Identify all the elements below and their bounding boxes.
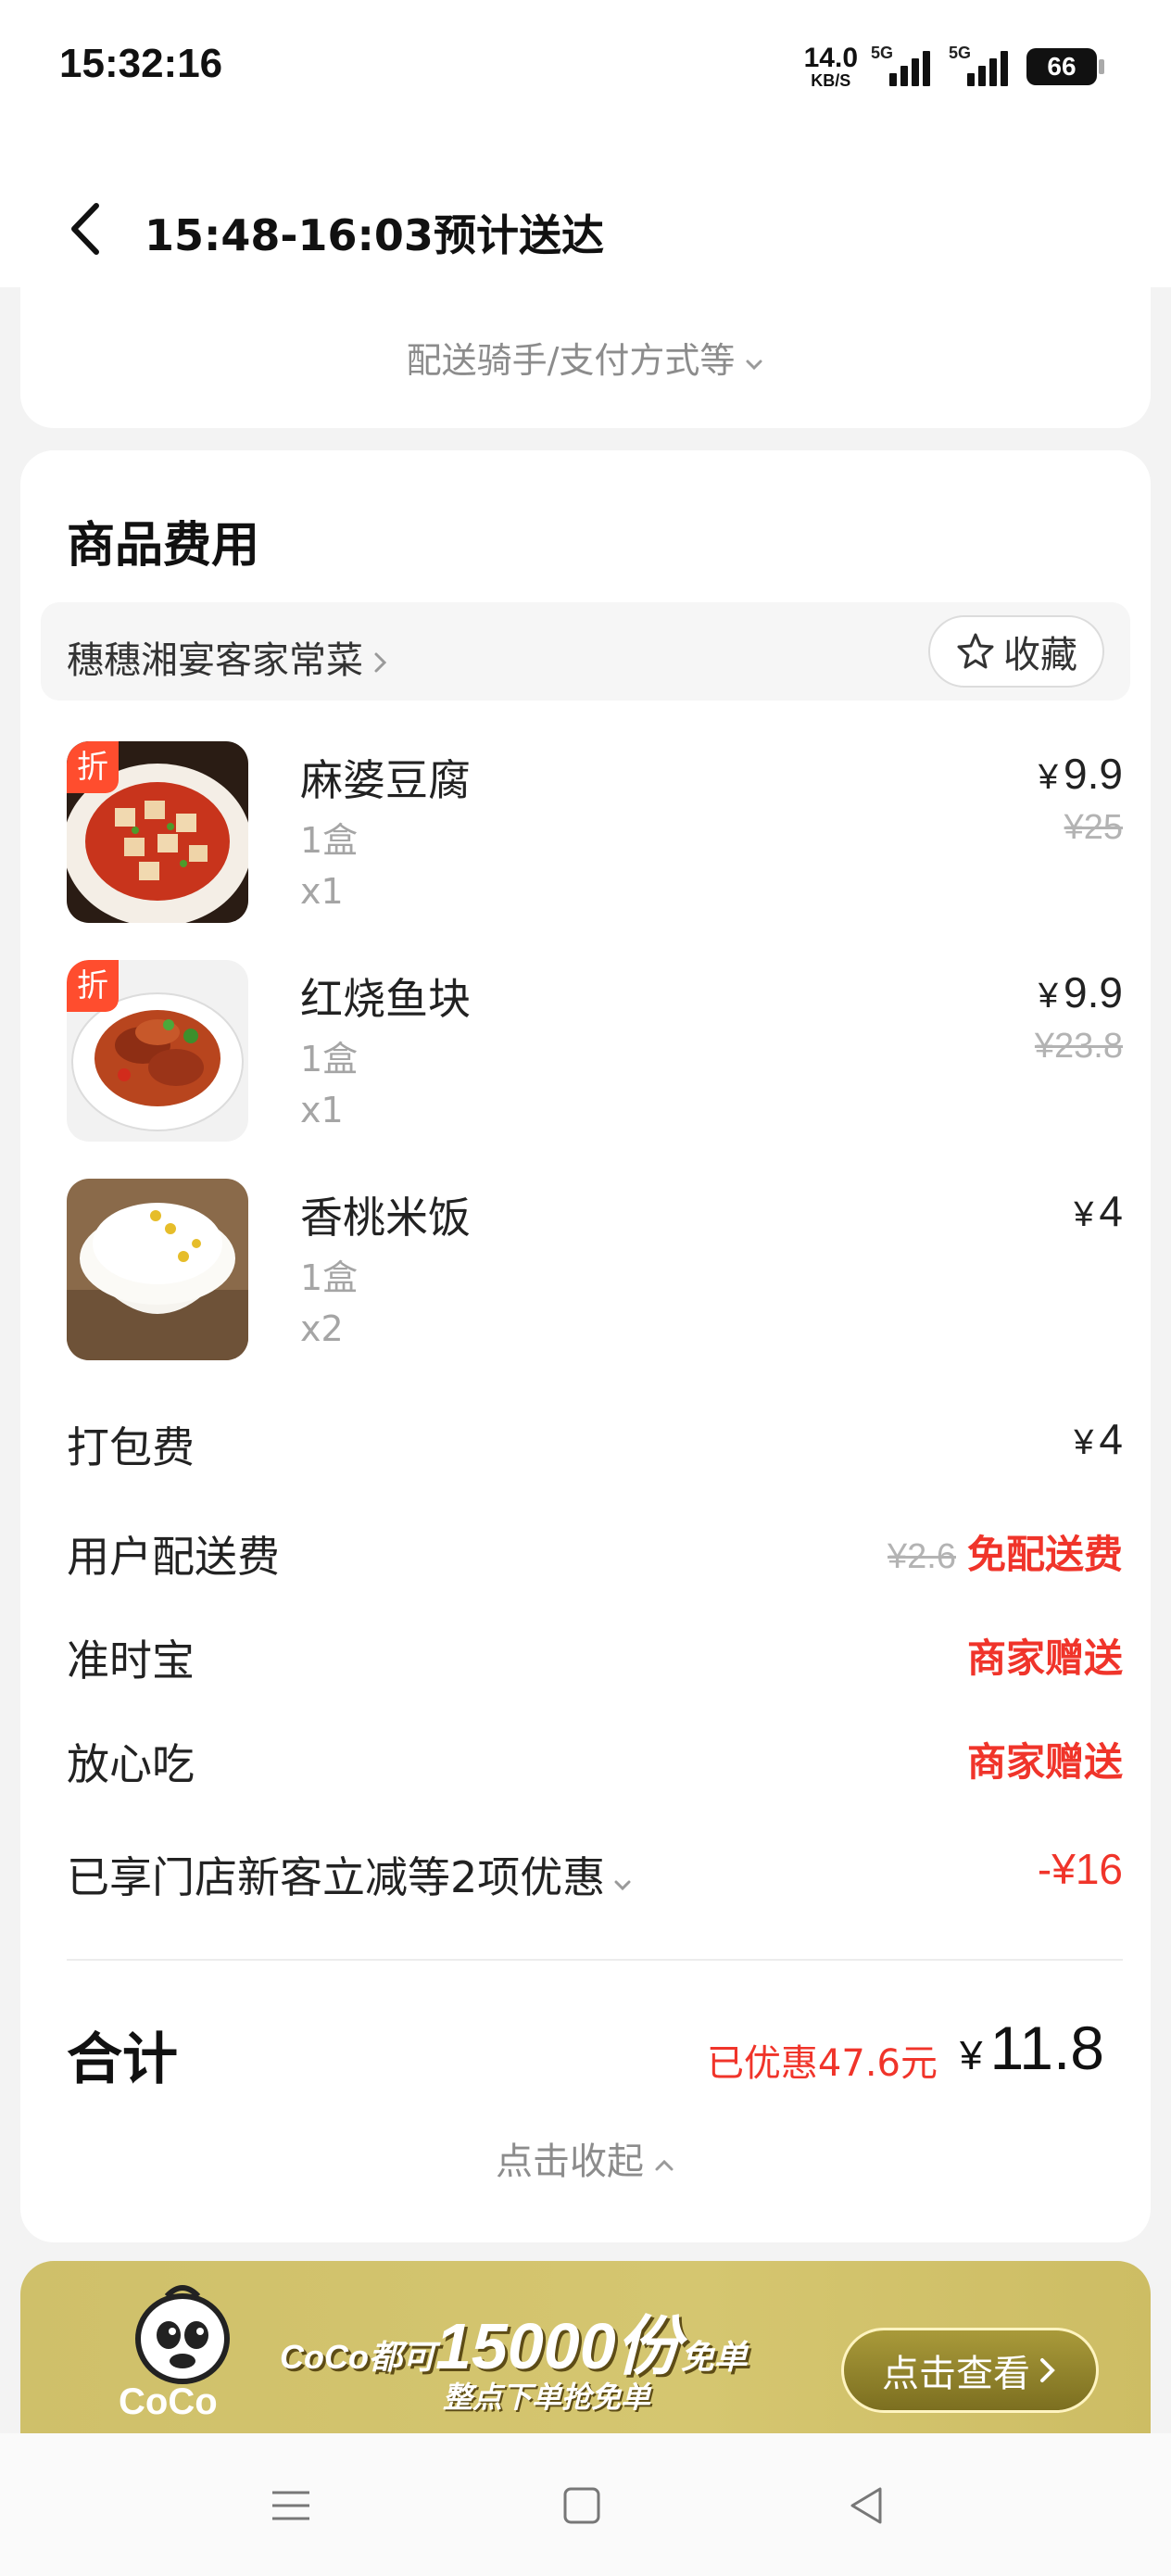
item-price-value: 4 <box>1099 1187 1123 1235</box>
section-title: 商品费用 <box>67 518 260 574</box>
safe-eat-label: 放心吃 <box>67 1739 195 1789</box>
item-spec: 1盒 <box>300 1039 359 1080</box>
free-delivery-label: 免配送费 <box>966 1533 1123 1576</box>
promo-text: 已享门店新客立减等2项优惠 <box>67 1852 606 1902</box>
item-price: ¥9.9 <box>1039 967 1123 1017</box>
delivery-fee-row: 用户配送费 ¥2.6 免配送费 <box>67 1520 1123 1582</box>
delivery-details-toggle[interactable]: 配送骑手/支付方式等 <box>20 332 1151 384</box>
item-image-braised-fish: 折 <box>67 960 248 1142</box>
packing-fee-label: 打包费 <box>67 1422 195 1472</box>
currency-symbol: ¥ <box>1038 977 1059 1016</box>
total-value: ¥11.8 <box>960 2013 1104 2083</box>
item-name: 香桃米饭 <box>300 1193 471 1243</box>
network-speed: 14.0 KB/S <box>803 43 858 90</box>
chevron-right-icon <box>371 641 389 684</box>
collapse-toggle[interactable]: 点击收起 <box>20 2131 1151 2185</box>
ontime-guarantee-label: 准时宝 <box>67 1635 195 1686</box>
total-label: 合计 <box>67 2027 178 2092</box>
ontime-guarantee-row: 准时宝 商家赠送 <box>67 1623 1123 1686</box>
banner-title-number: 15000份 <box>434 2310 681 2382</box>
coco-brand: CoCo <box>119 2381 218 2422</box>
chevron-up-icon <box>653 2142 675 2185</box>
item-name: 红烧鱼块 <box>300 974 471 1024</box>
item-original-price: ¥23.8 <box>1034 1027 1123 1066</box>
delivery-info-card: 配送骑手/支付方式等 <box>20 278 1151 428</box>
promo-row[interactable]: 已享门店新客立减等2项优惠 -¥16 <box>67 1840 1123 1902</box>
promo-banner[interactable]: CoCo CoCo都可15000份免单 整点下单抢免单 点击查看 <box>20 2261 1151 2435</box>
favorite-button[interactable]: 收藏 <box>928 615 1104 688</box>
item-price-value: 9.9 <box>1064 968 1123 1017</box>
nav-home-button[interactable] <box>554 2478 610 2533</box>
packing-fee-amount: 4 <box>1099 1415 1123 1463</box>
item-spec: 1盒 <box>300 820 359 861</box>
order-item[interactable]: 折 麻婆豆腐 1盒 x1 ¥9.9 ¥25 <box>67 741 1123 927</box>
shop-bar: 穗穗湘宴客家常菜 收藏 <box>41 602 1130 701</box>
item-quantity: x2 <box>300 1308 344 1349</box>
currency-symbol: ¥ <box>1038 758 1059 797</box>
currency-symbol: ¥ <box>1074 1195 1094 1234</box>
delivery-fee-label: 用户配送费 <box>67 1532 280 1582</box>
total-discount: 已优惠47.6元 <box>706 2042 938 2085</box>
currency-symbol: ¥ <box>1074 1423 1094 1462</box>
promo-label: 已享门店新客立减等2项优惠 <box>67 1844 633 1906</box>
item-price-value: 9.9 <box>1064 750 1123 798</box>
total-amount: 11.8 <box>989 2014 1104 2082</box>
favorite-label: 收藏 <box>1003 634 1077 676</box>
safe-eat-value: 商家赠送 <box>966 1740 1123 1784</box>
item-name: 麻婆豆腐 <box>300 755 471 805</box>
status-bar: 15:32:16 14.0 KB/S 5G 5G 66 <box>0 0 1171 139</box>
page-title: 15:48-16:03预计送达 <box>145 210 604 260</box>
triangle-back-icon <box>850 2487 882 2524</box>
chevron-down-icon <box>744 343 764 384</box>
divider <box>67 1959 1123 1961</box>
banner-subtitle: 整点下单抢免单 <box>443 2380 651 2415</box>
item-quantity: x1 <box>300 1090 344 1130</box>
item-spec: 1盒 <box>300 1257 359 1298</box>
item-image-mapo-tofu: 折 <box>67 741 248 923</box>
system-nav-bar <box>0 2433 1171 2576</box>
status-time: 15:32:16 <box>59 41 223 86</box>
nav-menu-button[interactable] <box>263 2478 319 2533</box>
promo-value: -¥16 <box>1037 1845 1123 1893</box>
order-item[interactable]: 香桃米饭 1盒 x2 ¥4 <box>67 1179 1123 1364</box>
chevron-right-icon <box>1040 2358 1055 2382</box>
safe-eat-row: 放心吃 商家赠送 <box>67 1727 1123 1789</box>
shop-link[interactable]: 穗穗湘宴客家常菜 <box>67 630 389 684</box>
item-price: ¥9.9 <box>1039 749 1123 799</box>
star-outline-icon <box>957 633 994 669</box>
goods-fee-card: 商品费用 穗穗湘宴客家常菜 收藏 折 麻婆豆腐 1盒 x1 ¥ 9.9 ¥25 … <box>20 450 1151 2242</box>
home-square-icon <box>563 2487 600 2524</box>
item-price: ¥4 <box>1074 1186 1123 1236</box>
menu-icon <box>272 2491 309 2520</box>
back-button[interactable] <box>59 196 115 261</box>
banner-view-button[interactable]: 点击查看 <box>841 2328 1099 2413</box>
delivery-fee-value: ¥2.6 免配送费 <box>888 1523 1123 1580</box>
signal-icon: 5G <box>871 44 936 90</box>
shop-name: 穗穗湘宴客家常菜 <box>67 639 363 682</box>
delivery-fee-original: ¥2.6 <box>888 1537 956 1576</box>
ontime-guarantee-value: 商家赠送 <box>966 1636 1123 1680</box>
discount-tag: 折 <box>67 960 119 1012</box>
network-speed-value: 14.0 <box>803 43 858 73</box>
nav-back-button[interactable] <box>839 2478 895 2533</box>
item-original-price: ¥25 <box>1064 808 1123 847</box>
packing-fee-row: 打包费 ¥4 <box>67 1410 1123 1472</box>
delivery-details-label: 配送骑手/支付方式等 <box>406 340 736 381</box>
discount-tag: 折 <box>67 741 119 793</box>
back-arrow-icon <box>71 203 99 255</box>
collapse-label: 点击收起 <box>496 2140 644 2183</box>
item-image-rice <box>67 1179 248 1360</box>
packing-fee-value: ¥4 <box>1074 1414 1123 1464</box>
order-item[interactable]: 折 红烧鱼块 1盒 x1 ¥9.9 ¥23.8 <box>67 960 1123 1145</box>
banner-title-prefix: CoCo都可 <box>280 2338 435 2376</box>
network-speed-unit: KB/S <box>811 71 851 90</box>
battery-icon: 66 <box>1026 48 1104 85</box>
signal-icon: 5G <box>949 44 1014 90</box>
item-quantity: x1 <box>300 871 344 912</box>
status-icons: 14.0 KB/S 5G 5G 66 <box>803 41 1104 93</box>
banner-button-label: 点击查看 <box>882 2353 1030 2395</box>
banner-title-suffix: 免单 <box>680 2338 748 2376</box>
currency-symbol: ¥ <box>959 2033 983 2078</box>
chevron-down-icon <box>612 1856 633 1906</box>
